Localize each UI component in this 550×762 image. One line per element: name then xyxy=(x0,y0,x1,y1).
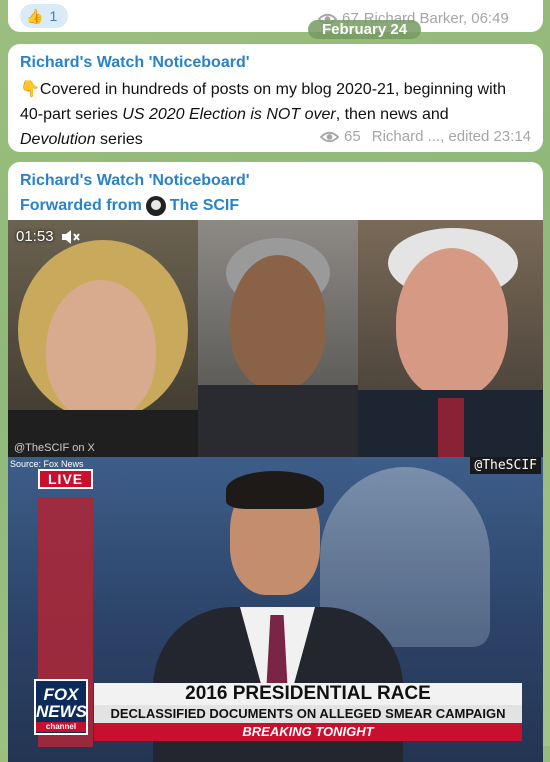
video-frame-panel-left xyxy=(8,220,198,457)
link-series-title: US 2020 Election is NOT over xyxy=(122,106,336,123)
watermark-text: @TheSCIF on X xyxy=(14,442,95,454)
fox-news-logo: FOX NEWS channel xyxy=(34,679,88,735)
chyron-title: 2016 PRESIDENTIAL RACE xyxy=(94,683,522,705)
video-frame-panel-right xyxy=(358,220,543,457)
sender-name[interactable]: Richard's Watch 'Noticeboard' xyxy=(20,172,250,190)
chyron-breaking: BREAKING TONIGHT xyxy=(94,723,522,741)
video-player[interactable]: 01:53 @TheSCIF on X Source: Fox News LIV… xyxy=(8,220,543,762)
video-frame-panel-center xyxy=(198,220,358,457)
source-note: Source: Fox News xyxy=(10,459,84,469)
reaction-thumbs-up[interactable]: 👍 1 xyxy=(20,4,68,28)
forwarded-source: The SCIF xyxy=(169,197,240,214)
message-bubble-forwarded: Richard's Watch 'Noticeboard' Forwarded … xyxy=(8,162,543,762)
chyron: FOX NEWS channel 2016 PRESIDENTIAL RACE … xyxy=(8,677,543,762)
author-edited-time: Richard ..., edited 23:14 xyxy=(371,128,531,145)
message-meta: 65 Richard ..., edited 23:14 xyxy=(320,128,531,145)
thumbs-up-icon: 👍 xyxy=(26,7,44,24)
chyron-subtitle: DECLASSIFIED DOCUMENTS ON ALLEGED SMEAR … xyxy=(94,705,522,723)
eye-icon xyxy=(320,131,340,142)
reaction-count: 1 xyxy=(49,8,58,24)
message-bubble: Richard's Watch 'Noticeboard' 👇Covered i… xyxy=(8,44,543,152)
video-duration: 01:53 xyxy=(16,228,80,245)
scif-watermark-badge: @TheSCIF xyxy=(470,457,541,474)
scif-avatar-icon xyxy=(145,196,166,216)
live-badge: LIVE xyxy=(38,469,94,489)
forwarded-from[interactable]: Forwarded from The SCIF xyxy=(20,196,239,216)
date-separator: February 24 xyxy=(308,20,422,39)
previous-message-bubble: 👍 1 67 Richard Barker, 06:49 xyxy=(8,0,543,32)
view-count: 65 xyxy=(344,128,361,145)
mute-icon[interactable] xyxy=(60,229,80,245)
sender-name[interactable]: Richard's Watch 'Noticeboard' xyxy=(20,54,250,72)
video-frame-studio: Source: Fox News LIVE @TheSCIF FOX NEWS … xyxy=(8,457,543,762)
